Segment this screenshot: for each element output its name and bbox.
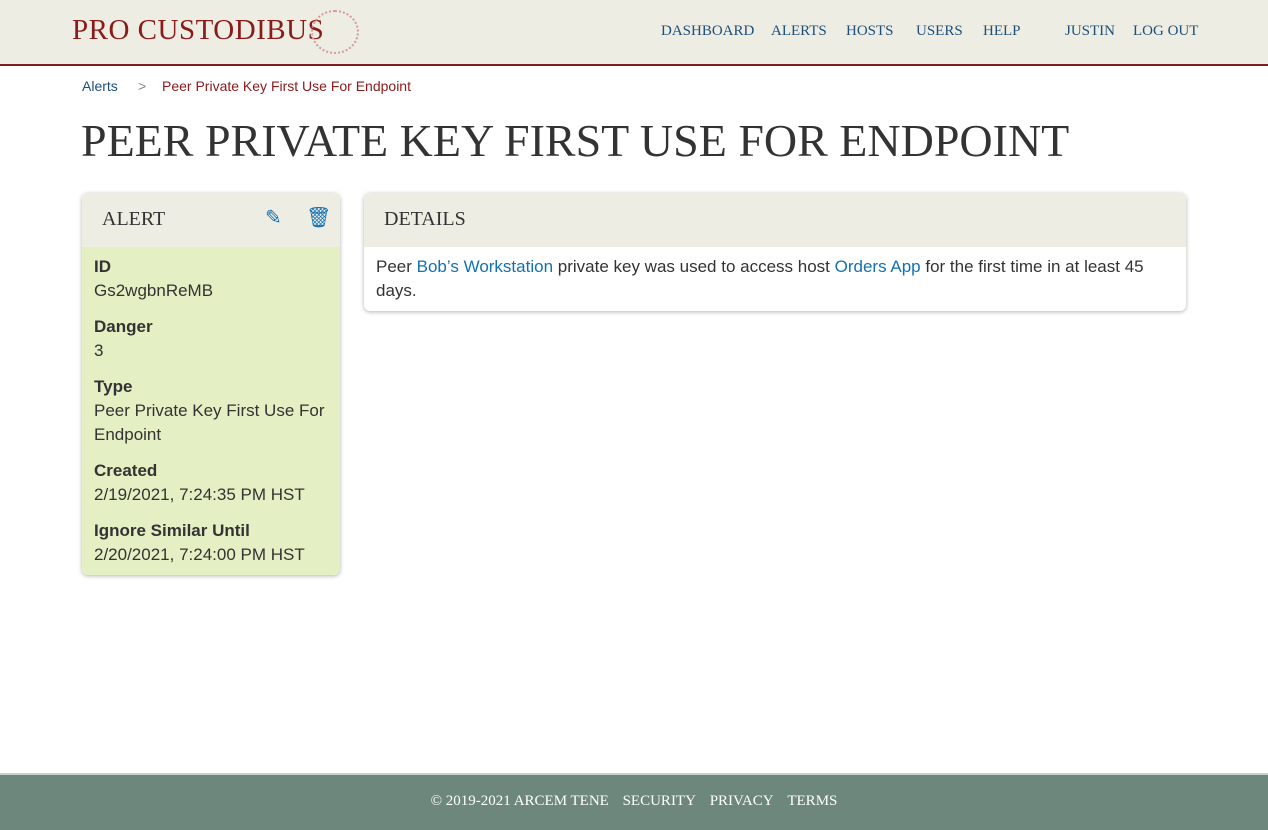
field-value-ignore-until: 2/20/2021, 7:24:00 PM HST (94, 545, 305, 564)
nav-dashboard[interactable]: DASHBOARD (661, 23, 754, 40)
nav-user[interactable]: JUSTIN (1065, 23, 1115, 40)
field-value-type: Peer Private Key First Use For Endpoint (94, 401, 325, 444)
details-text: Peer Bob’s Workstation private key was u… (364, 247, 1186, 311)
field-value-id: Gs2wgbnReMB (94, 281, 214, 300)
field-label-danger: Danger (94, 317, 153, 336)
nav-logout[interactable]: LOG OUT (1133, 23, 1198, 40)
details-text-part: private key was used to access host (553, 257, 835, 276)
breadcrumb-alerts[interactable]: Alerts (82, 78, 118, 94)
peer-link[interactable]: Bob’s Workstation (417, 257, 553, 276)
field-label-id: ID (94, 257, 111, 276)
field-label-created: Created (94, 461, 158, 480)
footer: © 2019-2021 ARCEM TENE SECURITY PRIVACY … (0, 773, 1268, 830)
alert-fields: ID Gs2wgbnReMB Danger 3 Type Peer Private K… (82, 247, 340, 575)
header: PRO CUSTODIBUS DASHBOARD ALERTS HOSTS US… (0, 0, 1268, 66)
brand-logo[interactable]: PRO CUSTODIBUS (72, 14, 324, 47)
field-value-danger: 3 (94, 341, 104, 360)
footer-privacy-link[interactable]: PRIVACY (710, 793, 774, 809)
breadcrumb-separator: > (138, 78, 147, 94)
nav-users[interactable]: USERS (916, 23, 963, 40)
footer-security-link[interactable]: SECURITY (623, 793, 696, 809)
nav-hosts[interactable]: HOSTS (846, 23, 894, 40)
field-label-type: Type (94, 377, 133, 396)
alert-card: ALERT ✎ 🗑 ID Gs2wgbnReMB Danger 3 Type Peer… (82, 193, 340, 575)
field-value-created: 2/19/2021, 7:24:35 PM HST (94, 485, 305, 504)
breadcrumb-current: Peer Private Key First Use For Endpoint (162, 78, 411, 94)
host-link[interactable]: Orders App (835, 257, 921, 276)
footer-terms-link[interactable]: TERMS (787, 793, 837, 809)
details-card-heading: DETAILS (364, 193, 1186, 247)
delete-trash-icon[interactable]: 🗑 (306, 205, 331, 230)
details-card: DETAILS Peer Bob’s Workstation private k… (364, 193, 1186, 311)
field-label-ignore-until: Ignore Similar Until (94, 521, 250, 540)
nav-help[interactable]: HELP (983, 23, 1021, 40)
alert-card-heading: ALERT (82, 193, 340, 247)
medusa-logo-icon (311, 10, 359, 54)
copyright[interactable]: © 2019-2021 ARCEM TENE (431, 793, 609, 809)
page-title: PEER PRIVATE KEY FIRST USE FOR ENDPOINT (81, 115, 1070, 166)
details-text-part: Peer (376, 257, 417, 276)
nav-alerts[interactable]: ALERTS (771, 23, 827, 40)
edit-pencil-icon[interactable]: ✎ (265, 205, 282, 230)
